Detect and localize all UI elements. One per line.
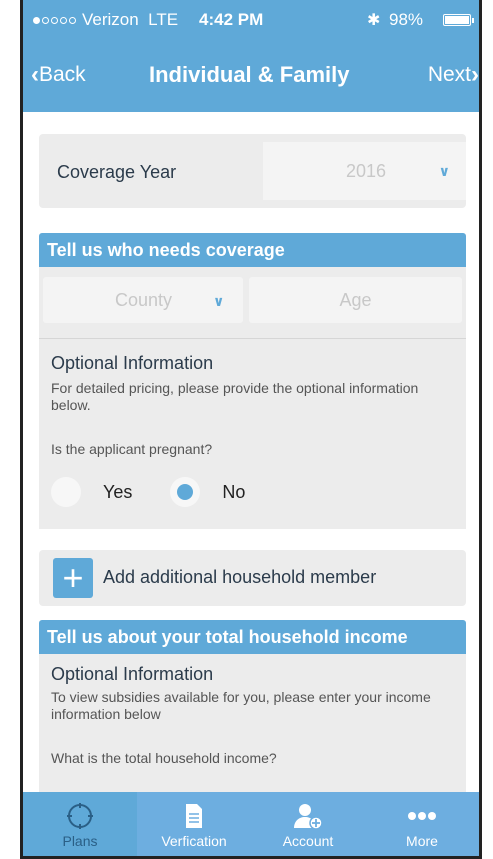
no-radio-label[interactable]: No — [222, 482, 245, 503]
chevron-down-icon: ∨ — [213, 293, 225, 309]
income-question: What is the total household income? — [51, 750, 277, 766]
more-dots-icon — [407, 802, 437, 830]
chevron-down-icon: ∨ — [438, 162, 450, 179]
who-needs-coverage-section: County ∨ Optional Information For detail… — [39, 267, 466, 529]
pregnant-question: Is the applicant pregnant? — [51, 441, 213, 457]
coverage-year-select[interactable]: 2016 ∨ — [263, 142, 466, 200]
header: Verizon LTE 4:42 PM ✱ 98% ‹ Back Individ… — [23, 0, 479, 112]
status-time: 4:42 PM — [199, 10, 264, 29]
tab-verification[interactable]: Verfication — [137, 792, 251, 856]
coverage-year-row: Coverage Year 2016 ∨ — [39, 134, 466, 208]
yes-radio-label[interactable]: Yes — [103, 482, 132, 503]
optional-info-description: For detailed pricing, please provide the… — [51, 380, 419, 413]
tab-more[interactable]: More — [365, 792, 479, 856]
compass-icon — [67, 802, 93, 830]
tab-bar: Plans Verfication Account More — [23, 792, 479, 856]
app-frame: Verizon LTE 4:42 PM ✱ 98% ‹ Back Individ… — [20, 0, 482, 859]
income-optional-title: Optional Information — [51, 664, 214, 684]
nav-bar: ‹ Back Individual & Family Next › — [23, 50, 479, 100]
tab-verification-label: Verfication — [161, 833, 227, 849]
no-radio[interactable] — [170, 477, 201, 507]
tab-plans[interactable]: Plans — [23, 792, 137, 856]
coverage-year-value: 2016 — [346, 160, 387, 181]
chevron-left-icon: ‹ — [31, 61, 39, 88]
page-title: Individual & Family — [149, 62, 350, 87]
tab-plans-label: Plans — [62, 833, 98, 849]
carrier-label: Verizon LTE — [82, 10, 179, 29]
tab-more-label: More — [406, 833, 438, 849]
next-button[interactable]: Next › — [428, 63, 479, 87]
tab-account[interactable]: Account — [251, 792, 365, 856]
optional-info-title: Optional Information — [51, 353, 214, 373]
battery-icon — [443, 14, 474, 26]
back-button-label: Back — [39, 63, 86, 86]
battery-percent: 98% — [389, 10, 424, 29]
add-household-member-label: Add additional household member — [103, 567, 377, 587]
signal-strength-icon — [33, 16, 76, 24]
add-household-member-button[interactable]: + Add additional household member — [39, 550, 466, 606]
bluetooth-icon: ✱ — [367, 12, 381, 29]
household-income-section: Optional Information To view subsidies a… — [39, 654, 466, 794]
household-income-header: Tell us about your total household incom… — [39, 620, 466, 654]
county-placeholder: County — [115, 290, 173, 310]
chevron-right-icon: › — [471, 61, 479, 88]
who-needs-coverage-header: Tell us who needs coverage — [39, 233, 466, 267]
income-optional-description: To view subsidies available for you, ple… — [51, 689, 431, 722]
tab-account-label: Account — [282, 833, 334, 849]
county-select[interactable]: County ∨ — [43, 277, 243, 323]
content-scroll-area[interactable]: Coverage Year 2016 ∨ Tell us who needs c… — [23, 112, 479, 794]
next-button-label: Next — [427, 63, 471, 86]
divider — [39, 338, 466, 339]
coverage-year-label: Coverage Year — [57, 162, 177, 182]
document-icon — [184, 802, 204, 830]
plus-icon: + — [53, 558, 93, 598]
pregnant-radio-group: Yes No — [51, 477, 283, 507]
county-age-row: County ∨ — [43, 277, 462, 323]
back-button[interactable]: ‹ Back — [31, 63, 86, 87]
yes-radio[interactable] — [51, 477, 81, 507]
status-bar: Verizon LTE 4:42 PM ✱ 98% — [23, 0, 479, 40]
add-user-icon — [293, 802, 323, 830]
age-input[interactable] — [249, 277, 462, 323]
